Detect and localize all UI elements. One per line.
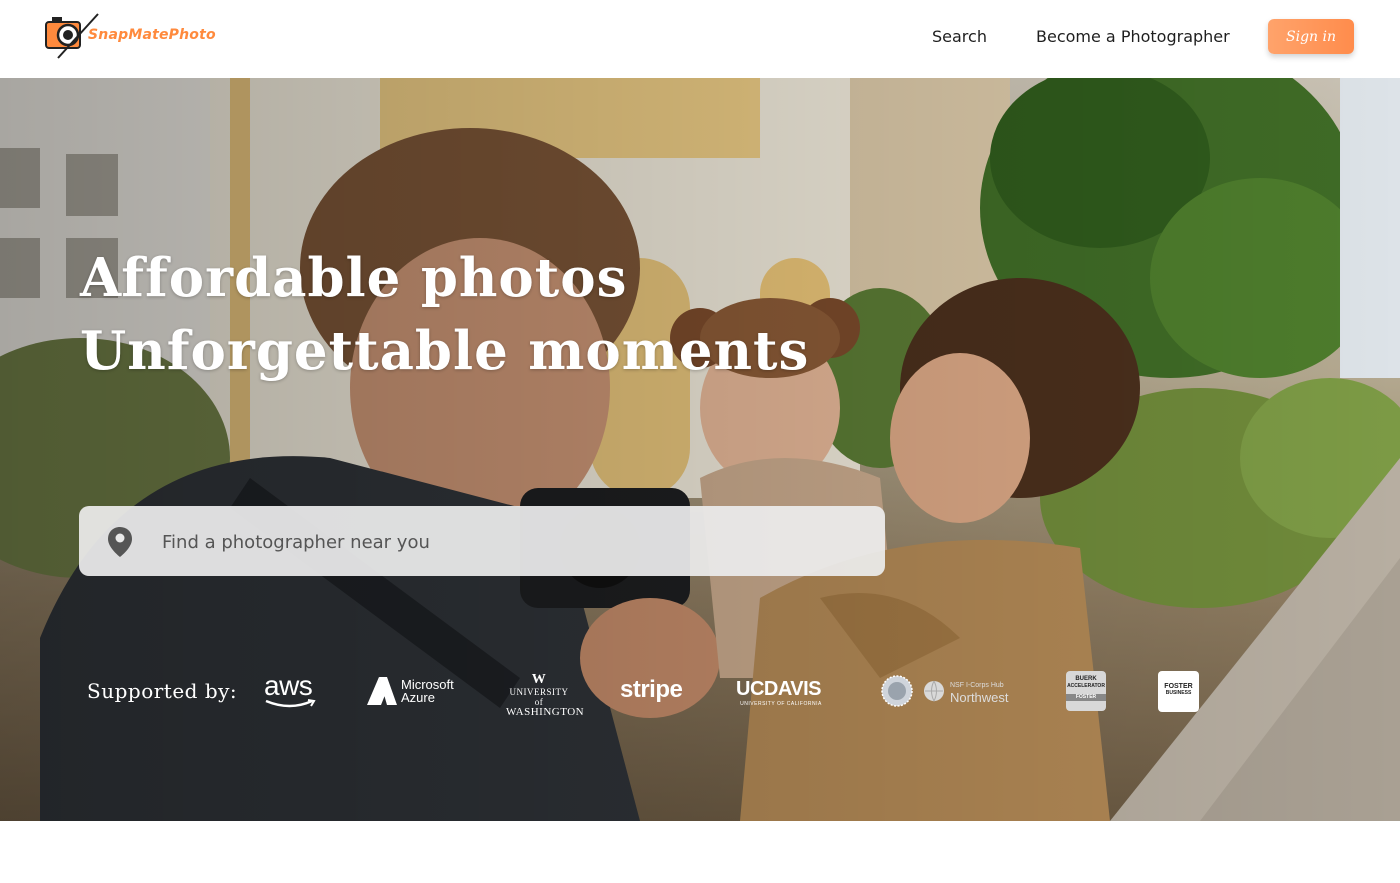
brand-name: SnapMatePhoto [88, 27, 216, 43]
sponsor-foster-badge: FOSTER BUSINESS [1158, 671, 1199, 712]
location-pin-icon [108, 527, 132, 557]
azure-line-2: Azure [401, 690, 435, 705]
uw-mark: W [531, 672, 547, 687]
sponsor-stripe-logo: stripe [620, 676, 683, 704]
sign-in-button[interactable]: Sign in [1268, 19, 1354, 54]
foster-line-2: BUSINESS [1165, 690, 1192, 696]
ucdavis-wordmark: UCDAVIS [736, 678, 822, 700]
buerk-line-3: FOSTER [1066, 694, 1106, 701]
uw-line-2: UNIVERSITY of [509, 687, 569, 707]
uw-line-3: WASHINGTON [506, 706, 585, 718]
nav-become-photographer-link[interactable]: Become a Photographer [1036, 27, 1230, 46]
sponsor-ucdavis-logo: UCDAVIS UNIVERSITY OF CALIFORNIA [736, 678, 826, 707]
sponsor-aws-logo: aws [264, 670, 316, 708]
nsf-seal-icon [881, 675, 913, 707]
buerk-line-2: ACCELERATOR [1067, 683, 1105, 689]
icorps-line-1: NSF I-Corps Hub [950, 682, 1004, 689]
buerk-line-1: BUERK [1075, 676, 1097, 682]
supported-by-label: Supported by: [87, 679, 238, 703]
headline-line-1: Affordable photos [80, 247, 628, 309]
aws-wordmark: aws [264, 670, 313, 701]
icorps-line-2: Northwest [950, 690, 1009, 705]
logo[interactable]: SnapMatePhoto [44, 12, 216, 60]
site-header: SnapMatePhoto Search Become a Photograph… [0, 0, 1400, 78]
search-placeholder: Find a photographer near you [162, 532, 430, 553]
icorps-globe-icon [924, 680, 944, 703]
ucdavis-subtitle: UNIVERSITY OF CALIFORNIA [740, 701, 822, 707]
stripe-wordmark: stripe [620, 676, 683, 703]
headline-line-2: Unforgettable moments [80, 320, 810, 382]
azure-icon [367, 677, 397, 705]
sponsor-uw-logo: W UNIVERSITY of WASHINGTON [506, 672, 585, 718]
sponsor-buerk-badge: BUERK ACCELERATOR FOSTER [1066, 671, 1106, 711]
foster-line-1: FOSTER [1164, 683, 1193, 690]
aws-smile-icon [265, 699, 316, 708]
nav-search-link[interactable]: Search [932, 27, 987, 46]
